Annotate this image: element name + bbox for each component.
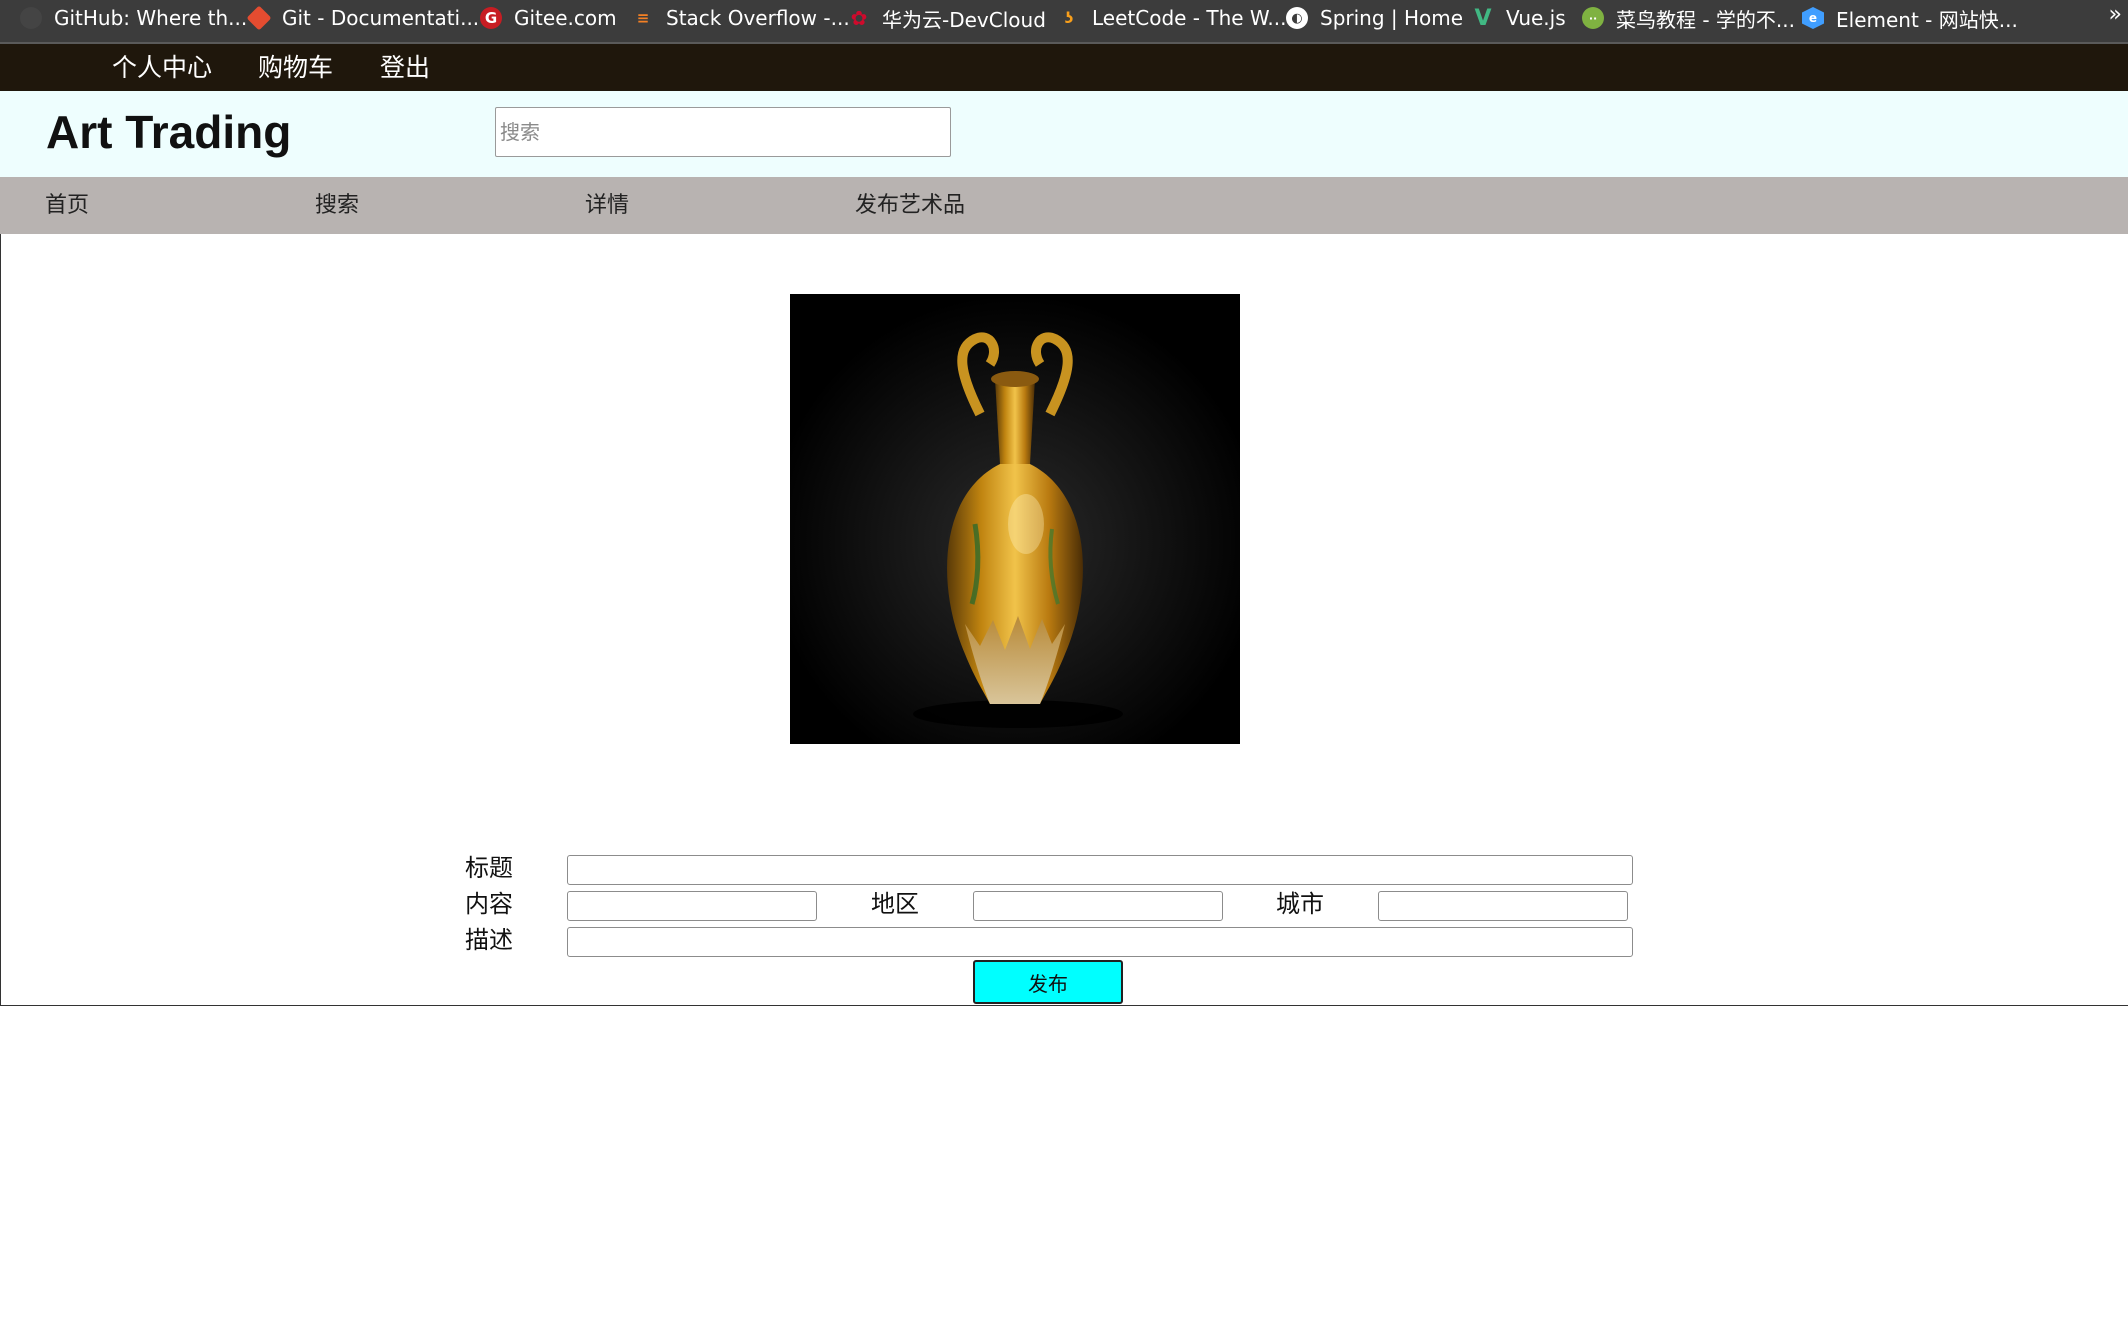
description-label: 描述 [465,926,513,954]
stackoverflow-icon: ≡ [636,9,650,27]
publish-button[interactable]: 发布 [973,960,1123,1004]
city-label: 城市 [1276,890,1324,918]
bookmark-leetcode[interactable]: ʖ LeetCode - The W... [1058,0,1287,36]
bookmark-gitee[interactable]: G Gitee.com [480,0,617,36]
bookmark-vue[interactable]: V Vue.js [1472,0,1566,36]
huawei-icon: ✿ [850,6,868,30]
bookmarks-bar: GitHub: Where th... Git - Documentati...… [0,0,2128,44]
search-input[interactable] [495,107,951,157]
site-logo[interactable]: Art Trading [46,105,291,159]
user-nav: 个人中心 购物车 登出 [0,44,2128,91]
region-field[interactable] [973,891,1223,921]
menu-item-detail[interactable]: 详情 [585,177,629,234]
bookmark-label: 菜鸟教程 - 学的不... [1616,7,1796,32]
menu-item-home[interactable]: 首页 [45,177,89,234]
bookmark-label: 华为云-DevCloud [882,7,1046,32]
main-menu: 首页 搜索 详情 发布艺术品 [0,177,2128,234]
nav-profile-link[interactable]: 个人中心 [112,44,212,91]
github-icon [20,7,42,29]
bookmark-stackoverflow[interactable]: ≡ Stack Overflow -... [632,0,850,36]
leetcode-icon: ʖ [1064,9,1074,27]
bookmarks-overflow-icon[interactable]: » [2109,2,2122,27]
bookmark-git[interactable]: Git - Documentati... [246,0,480,36]
content-field[interactable] [567,891,817,921]
bookmark-label: Stack Overflow -... [666,6,850,30]
bookmark-element[interactable]: e Element - 网站快... [1802,0,2018,36]
publish-content: 标题 内容 地区 城市 描述 发布 [0,234,2128,1006]
city-field[interactable] [1378,891,1628,921]
content-label: 内容 [465,890,513,918]
bookmark-label: Gitee.com [514,6,617,30]
git-icon [246,5,272,31]
bookmark-label: Git - Documentati... [282,6,480,30]
bookmark-label: LeetCode - The W... [1092,6,1287,30]
vue-icon: V [1474,5,1492,31]
nav-cart-link[interactable]: 购物车 [258,44,333,91]
bookmark-spring[interactable]: ◐ Spring | Home [1286,0,1463,36]
bookmark-huawei[interactable]: ✿ 华为云-DevCloud [848,0,1046,36]
bookmark-label: Spring | Home [1320,6,1464,30]
site-header: Art Trading [0,91,2128,177]
bookmark-label: Vue.js [1506,6,1566,30]
element-icon: e [1802,7,1824,29]
title-label: 标题 [465,854,513,882]
description-field[interactable] [567,927,1633,957]
bookmark-runoob[interactable]: ·· 菜鸟教程 - 学的不... [1582,0,1795,36]
gitee-icon: G [480,7,502,29]
bookmark-github[interactable]: GitHub: Where th... [20,0,247,36]
bookmark-label: Element - 网站快... [1836,7,2018,32]
region-label: 地区 [871,890,919,918]
menu-item-search[interactable]: 搜索 [315,177,359,234]
artwork-image [790,294,1240,744]
spring-globe-icon: ◐ [1286,7,1308,29]
runoob-icon: ·· [1582,7,1604,29]
nav-logout-link[interactable]: 登出 [380,44,430,91]
title-field[interactable] [567,855,1633,885]
menu-item-publish-art[interactable]: 发布艺术品 [855,177,965,234]
bookmark-label: GitHub: Where th... [54,6,248,30]
